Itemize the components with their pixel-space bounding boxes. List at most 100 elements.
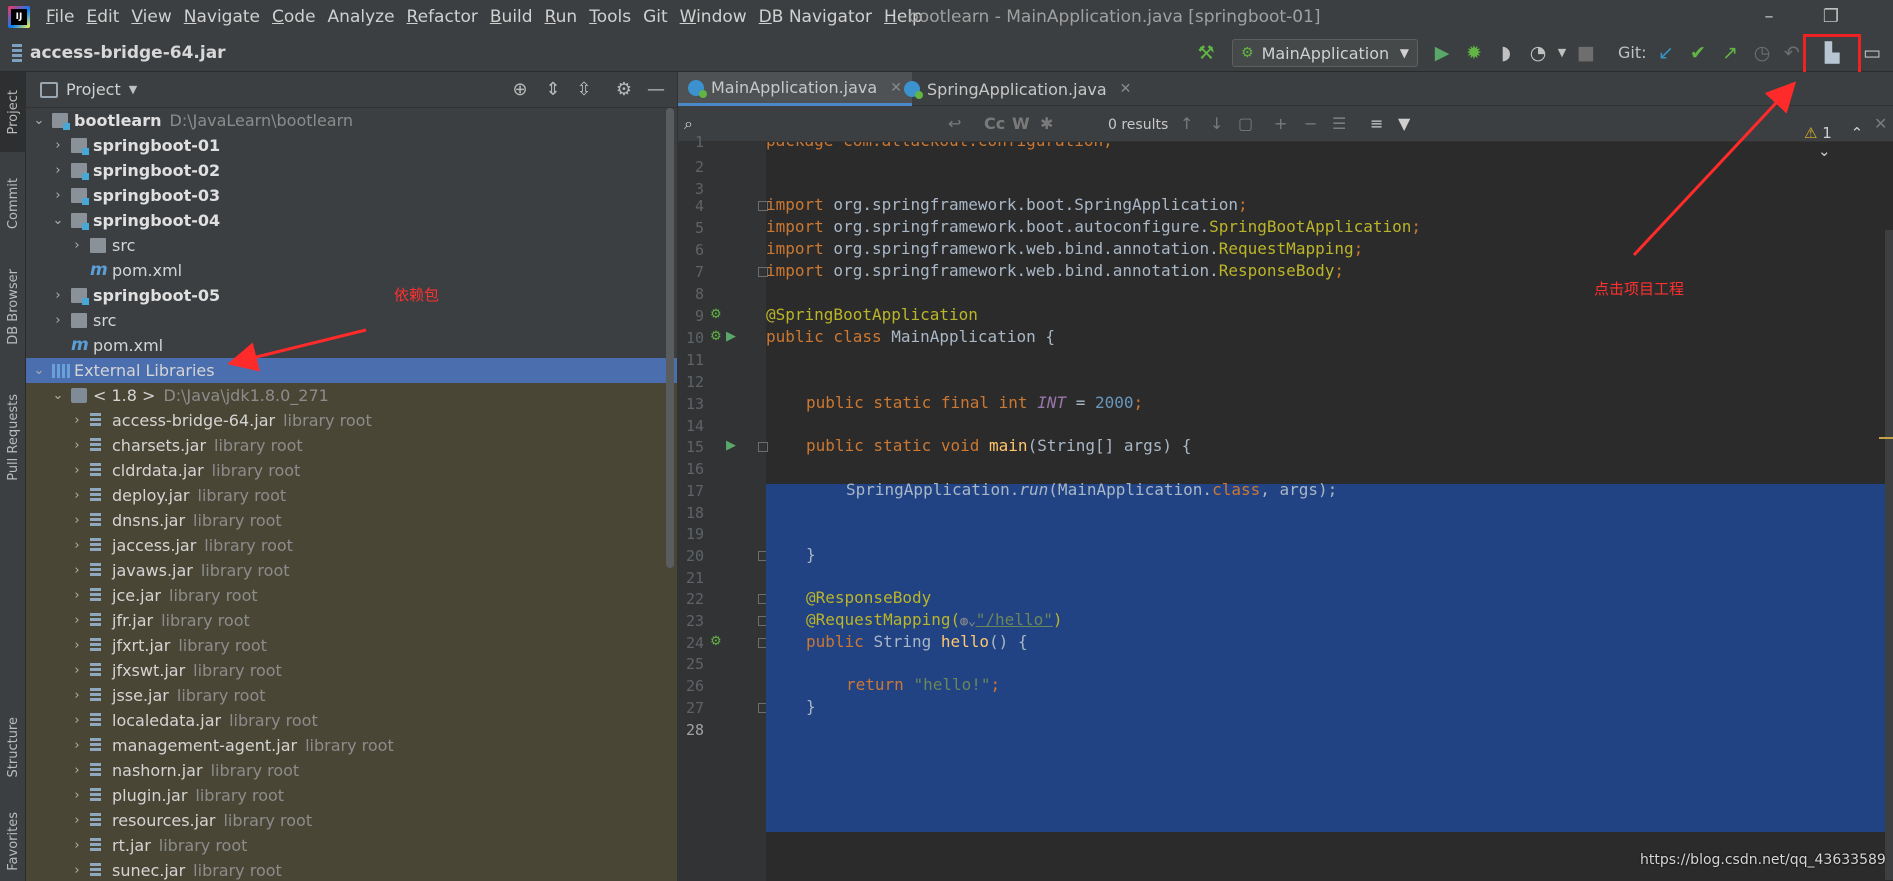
chevron-right-icon[interactable]: ›	[51, 308, 65, 333]
chevron-right-icon[interactable]: ›	[70, 683, 84, 708]
intellij-logo-icon[interactable]	[8, 6, 30, 28]
chevron-right-icon[interactable]: ›	[70, 608, 84, 633]
filter-icon[interactable]: ▼	[1398, 106, 1410, 142]
tree-row[interactable]: › plugin.jar library root	[26, 783, 677, 808]
select-all-occurrences-icon[interactable]: ☰	[1332, 106, 1346, 142]
git-rollback-icon[interactable]: ↶	[1780, 41, 1804, 65]
tree-row[interactable]: › springboot-03	[26, 183, 677, 208]
gear-icon[interactable]: ⚙	[612, 78, 636, 102]
chevron-right-icon[interactable]: ›	[70, 708, 84, 733]
tool-tab-pull-requests[interactable]: Pull Requests	[0, 372, 26, 502]
chevron-down-icon[interactable]: ▼	[129, 83, 137, 96]
profile-icon[interactable]: ◔	[1526, 41, 1550, 65]
project-scrollbar[interactable]	[666, 108, 674, 568]
tree-row[interactable]: › src	[26, 308, 677, 333]
chevron-right-icon[interactable]: ›	[70, 858, 84, 881]
chevron-right-icon[interactable]: ›	[70, 783, 84, 808]
menu-file[interactable]: File	[40, 0, 80, 34]
regex-toggle[interactable]: ✱	[1040, 106, 1053, 142]
globe-icon[interactable]: ◍⌄	[960, 614, 976, 629]
tree-row[interactable]: › jaccess.jar library root	[26, 533, 677, 558]
minimize-button[interactable]: –	[1746, 0, 1792, 34]
tree-row[interactable]: › dnsns.jar library root	[26, 508, 677, 533]
chevron-right-icon[interactable]: ›	[70, 458, 84, 483]
run-gutter-icon[interactable]: ▶	[726, 438, 736, 453]
stop-icon[interactable]: ■	[1574, 41, 1598, 65]
chevron-right-icon[interactable]: ›	[70, 533, 84, 558]
chevron-right-icon[interactable]: ›	[51, 158, 65, 183]
chevron-right-icon[interactable]: ›	[70, 233, 84, 258]
error-stripe-mark[interactable]	[1879, 437, 1893, 439]
git-history-icon[interactable]: ◷	[1750, 41, 1774, 65]
chevron-down-icon[interactable]: ⌄	[32, 358, 46, 383]
tree-row[interactable]: › jfxswt.jar library root	[26, 658, 677, 683]
whole-words-toggle[interactable]: W	[1012, 106, 1030, 142]
run-icon[interactable]: ▶	[1430, 41, 1454, 65]
menu-navigate[interactable]: Navigate	[178, 0, 266, 34]
chevron-right-icon[interactable]: ›	[70, 433, 84, 458]
tree-row[interactable]: › javaws.jar library root	[26, 558, 677, 583]
tree-row[interactable]: › springboot-02	[26, 158, 677, 183]
tree-row[interactable]: › jsse.jar library root	[26, 683, 677, 708]
chevron-right-icon[interactable]: ›	[51, 133, 65, 158]
tree-row[interactable]: › jfr.jar library root	[26, 608, 677, 633]
spring-bean-icon[interactable]: ⚙	[710, 329, 722, 344]
tree-row[interactable]: › access-bridge-64.jar library root	[26, 408, 677, 433]
tab-spring-application[interactable]: SpringApplication.java ✕	[894, 72, 1141, 106]
tool-tab-commit[interactable]: Commit	[0, 164, 26, 244]
tool-tab-favorites[interactable]: Favorites	[0, 802, 26, 881]
chevron-down-icon[interactable]: ⌄	[51, 383, 65, 408]
menu-analyze[interactable]: Analyze	[322, 0, 401, 34]
tree-row[interactable]: › src	[26, 233, 677, 258]
chevron-right-icon[interactable]: ›	[70, 833, 84, 858]
tree-row[interactable]: ⌄ External Libraries	[26, 358, 677, 383]
tree-row[interactable]: › nashorn.jar library root	[26, 758, 677, 783]
code-area[interactable]: package com.atlackout.configuration; imp…	[766, 142, 1886, 881]
tree-row[interactable]: ⌄ < 1.8 > D:\Java\jdk1.8.0_271	[26, 383, 677, 408]
chevron-right-icon[interactable]: ›	[70, 483, 84, 508]
run-configuration-select[interactable]: ⚙ MainApplication ▼	[1232, 39, 1418, 67]
run-gutter-icon[interactable]: ▶	[726, 329, 736, 344]
tree-row[interactable]: ⌄ springboot-04	[26, 208, 677, 233]
tree-row[interactable]: › rt.jar library root	[26, 833, 677, 858]
spring-bean-icon[interactable]: ⚙	[710, 307, 722, 322]
tree-row[interactable]: › jce.jar library root	[26, 583, 677, 608]
close-icon[interactable]: ✕	[1120, 81, 1132, 97]
editor-scrollbar[interactable]	[1885, 230, 1893, 880]
breadcrumb[interactable]: access-bridge-64.jar	[12, 34, 226, 72]
chevron-right-icon[interactable]: ›	[70, 558, 84, 583]
chevron-right-icon[interactable]: ›	[70, 633, 84, 658]
presentation-icon[interactable]: ▭	[1860, 41, 1884, 65]
chevron-right-icon[interactable]: ›	[70, 808, 84, 833]
menu-refactor[interactable]: Refactor	[401, 0, 484, 34]
chevron-down-icon[interactable]: ⌄	[51, 208, 65, 233]
locate-icon[interactable]: ⊕	[508, 78, 532, 102]
debug-icon[interactable]: ✹	[1462, 41, 1486, 65]
tree-row[interactable]: › management-agent.jar library root	[26, 733, 677, 758]
match-case-toggle[interactable]: Cc	[984, 106, 1005, 142]
remove-occurrence-icon[interactable]: −	[1304, 106, 1317, 142]
tree-row[interactable]: › sunec.jar library root	[26, 858, 677, 881]
chevron-right-icon[interactable]: ›	[70, 583, 84, 608]
chevron-right-icon[interactable]: ›	[70, 758, 84, 783]
menu-db-navigator[interactable]: DB Navigator	[753, 0, 878, 34]
menu-code[interactable]: Code	[266, 0, 322, 34]
tree-row[interactable]: ⌄ bootlearn D:\JavaLearn\bootlearn	[26, 108, 677, 133]
menu-edit[interactable]: Edit	[80, 0, 125, 34]
restore-button[interactable]: ❐	[1808, 0, 1854, 34]
git-commit-icon[interactable]: ✔	[1686, 41, 1710, 65]
next-occurrence-icon[interactable]: ↓	[1210, 106, 1223, 142]
tree-row[interactable]: › resources.jar library root	[26, 808, 677, 833]
hide-icon[interactable]: —	[644, 78, 668, 102]
chevron-right-icon[interactable]: ›	[70, 658, 84, 683]
project-panel-title[interactable]: Project	[66, 80, 121, 99]
add-occurrence-icon[interactable]: +	[1274, 106, 1287, 142]
chevron-right-icon[interactable]: ›	[70, 408, 84, 433]
menu-tools[interactable]: Tools	[583, 0, 637, 34]
tool-tab-structure[interactable]: Structure	[0, 702, 26, 792]
coverage-icon[interactable]: ◗	[1494, 41, 1518, 65]
chevron-right-icon[interactable]: ›	[51, 283, 65, 308]
tree-row[interactable]: › jfxrt.jar library root	[26, 633, 677, 658]
multiline-icon[interactable]: ≡	[1370, 106, 1383, 142]
chevron-down-icon[interactable]: ⌄	[32, 108, 46, 133]
